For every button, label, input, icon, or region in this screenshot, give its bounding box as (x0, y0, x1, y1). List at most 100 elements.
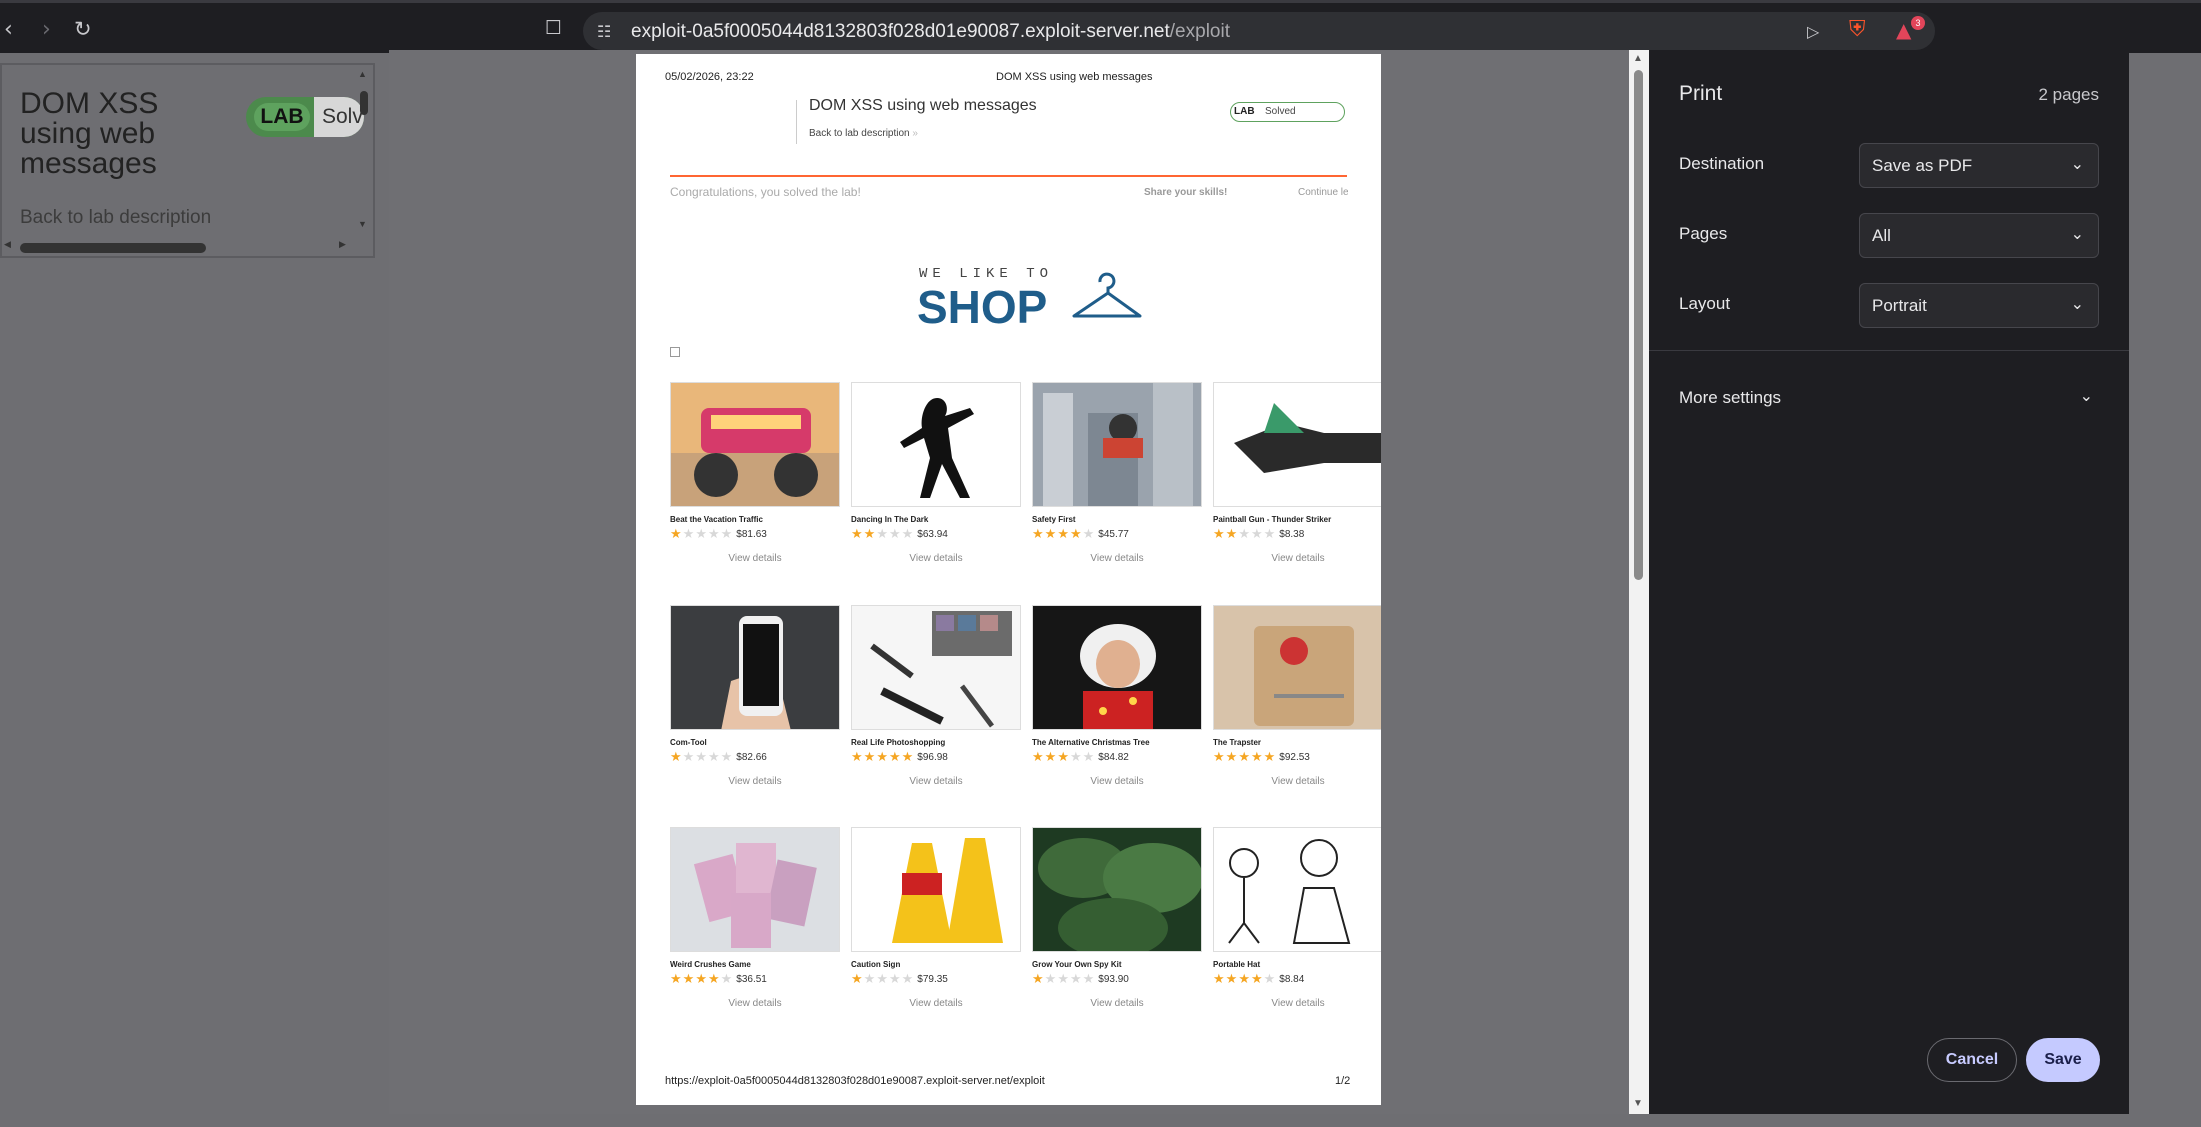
product-name: Grow Your Own Spy Kit (1032, 960, 1122, 969)
product-price: $63.94 (917, 528, 948, 540)
product-price: $8.84 (1279, 973, 1305, 985)
scroll-left-arrow-icon[interactable]: ◀ (4, 239, 11, 250)
product-rating-price: ★★★★★ $36.51 (670, 971, 840, 987)
product-image (851, 382, 1021, 507)
product-rating-price: ★★★★★ $84.82 (1032, 750, 1202, 765)
product-image (851, 605, 1021, 730)
bookmark-icon[interactable]: ☐ (545, 17, 562, 39)
product-card: Grow Your Own Spy Kit ★★★★★ $93.90 View det… (1032, 827, 1202, 1009)
product-image (670, 605, 840, 730)
star-rating-icon: ★★★★★ (670, 526, 734, 542)
brave-shield-icon[interactable]: ⛨ (1849, 17, 1866, 42)
preview-scrollbar-thumb[interactable] (1634, 70, 1643, 580)
star-rating-icon: ★★★★★ (851, 526, 915, 542)
orange-divider (670, 175, 1347, 177)
vertical-scrollbar-thumb[interactable] (360, 91, 368, 115)
product-name: Paintball Gun - Thunder Striker (1213, 515, 1332, 524)
pages-value: All (1872, 226, 1891, 245)
print-title: Print (1679, 82, 1723, 105)
cancel-button[interactable]: Cancel (1927, 1038, 2017, 1082)
product-card: Com-Tool ★★★★★ $82.66 View details (670, 605, 840, 787)
scroll-up-icon[interactable]: ▲ (1633, 53, 1643, 64)
print-page-count: 2 pages (2038, 85, 2100, 104)
star-rating-icon: ★★★★★ (1213, 749, 1277, 765)
chevron-down-icon: ⌄ (2070, 154, 2084, 173)
settings-divider (1649, 350, 2129, 351)
view-details-link: View details (909, 998, 963, 1009)
view-details-link: View details (728, 998, 782, 1009)
url-host: exploit-0a5f0005044d8132803f028d01e90087… (631, 21, 1170, 42)
product-price: $36.51 (736, 973, 767, 985)
preview-scrollbar[interactable]: ▲ ▼ (1629, 50, 1649, 1114)
product-card: Beat the Vacation Traffic ★★★★★ $81.63 View… (670, 382, 840, 564)
product-name: The Alternative Christmas Tree (1032, 738, 1150, 747)
pages-select[interactable]: All ⌄ (1859, 213, 2099, 258)
view-details-link: View details (1271, 998, 1325, 1009)
url-path: /exploit (1169, 21, 1230, 42)
layout-select[interactable]: Portrait ⌄ (1859, 283, 2099, 328)
product-price: $8.38 (1279, 528, 1305, 540)
product-name: Portable Hat (1213, 960, 1261, 969)
reload-icon[interactable]: ↻ (74, 17, 92, 41)
product-price: $79.35 (917, 973, 948, 985)
broken-image-icon (670, 347, 680, 357)
send-icon[interactable]: ▷ (1807, 22, 1819, 41)
back-icon[interactable]: ‹ (4, 17, 13, 42)
view-details-link: View details (909, 553, 963, 564)
product-card: Caution Sign ★★★★★ $79.35 View details (851, 827, 1021, 1009)
product-image (1213, 382, 1381, 507)
lab-title: DOM XSS using web messages (20, 87, 159, 180)
more-settings-toggle[interactable]: More settings (1679, 388, 1781, 408)
product-rating-price: ★★★★★ $82.66 (670, 749, 840, 765)
product-image (1213, 827, 1381, 952)
lab-badge: LAB (254, 103, 310, 131)
notification-badge: 3 (1911, 16, 1925, 30)
product-image (851, 827, 1021, 952)
product-image (1032, 382, 1202, 507)
banner-title: DOM XSS using web messages (809, 97, 1037, 114)
scroll-right-arrow-icon[interactable]: ▶ (339, 239, 346, 250)
pages-label: Pages (1679, 224, 1728, 243)
horizontal-scrollbar-thumb[interactable] (20, 243, 206, 253)
product-price: $92.53 (1279, 751, 1310, 763)
layout-label: Layout (1679, 294, 1731, 313)
scroll-down-arrow-icon[interactable]: ▼ (358, 219, 367, 229)
star-rating-icon: ★★★★★ (670, 749, 734, 765)
scroll-down-icon[interactable]: ▼ (1633, 1098, 1643, 1109)
layout-value: Portrait (1872, 296, 1927, 315)
print-dialog: Print 2 pages Destination Save as PDF ⌄ … (1649, 50, 2129, 1114)
product-rating-price: ★★★★★ $81.63 (670, 526, 840, 542)
rewards-icon[interactable]: ▲ (1896, 18, 1911, 42)
product-card: The Trapster ★★★★★ $92.53 View details (1213, 605, 1381, 787)
star-rating-icon: ★★★★★ (851, 971, 915, 987)
destination-label: Destination (1679, 154, 1765, 173)
product-image (1032, 605, 1202, 730)
product-name: Real Life Photoshopping (851, 738, 946, 747)
product-price: $45.77 (1098, 528, 1129, 540)
hanger-logo-icon (1072, 272, 1142, 318)
product-card: Safety First ★★★★★ $45.77 View details (1032, 382, 1202, 564)
site-info-icon[interactable]: ☷ (597, 22, 611, 41)
product-rating-price: ★★★★★ $63.94 (851, 526, 1021, 542)
product-name: The Trapster (1213, 738, 1262, 747)
view-details-link: View details (1271, 776, 1325, 787)
product-name: Caution Sign (851, 960, 901, 969)
back-to-lab-link[interactable]: Back to lab description (20, 207, 211, 229)
product-name: Dancing In The Dark (851, 515, 929, 524)
shop-logo-text: SHOP (917, 281, 1048, 333)
product-rating-price: ★★★★★ $79.35 (851, 971, 1021, 987)
star-rating-icon: ★★★★★ (851, 749, 915, 765)
lab-header-frame: DOM XSS using web messages LAB Solv Back… (0, 63, 375, 258)
star-rating-icon: ★★★★★ (1032, 526, 1096, 542)
scroll-up-arrow-icon[interactable]: ▲ (358, 69, 367, 79)
save-button[interactable]: Save (2026, 1038, 2100, 1082)
view-details-link: View details (1090, 776, 1144, 787)
destination-select[interactable]: Save as PDF ⌄ (1859, 143, 2099, 188)
chevron-down-icon[interactable]: ⌄ (2080, 386, 2093, 405)
product-card: Dancing In The Dark ★★★★★ $63.94 View detai… (851, 382, 1021, 564)
forward-icon[interactable]: › (42, 17, 51, 42)
star-rating-icon: ★★★★★ (670, 971, 734, 987)
view-details-link: View details (1271, 553, 1325, 564)
destination-value: Save as PDF (1872, 156, 1973, 175)
address-bar[interactable]: ☷ exploit-0a5f0005044d8132803f028d01e900… (583, 12, 1935, 50)
